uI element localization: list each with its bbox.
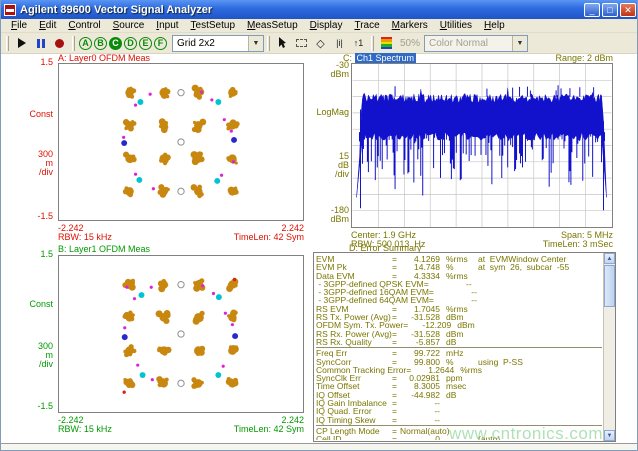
chevron-down-icon[interactable]: ▼ (248, 36, 263, 51)
trace-button-f[interactable]: F (154, 37, 167, 50)
menu-trace[interactable]: Trace (348, 20, 385, 31)
error-summary-row: Freq Err=99.722mHz (316, 349, 602, 357)
colorbar-icon (381, 37, 392, 50)
menu-utilities[interactable]: Utilities (434, 20, 478, 31)
menu-meassetup[interactable]: MeasSetup (241, 20, 304, 31)
pause-icon (37, 39, 45, 48)
trace-button-c[interactable]: C (109, 37, 122, 50)
error-summary-row: Time Offset=8.3005msec (316, 382, 602, 390)
watermark: www.cntronics.com (449, 424, 603, 444)
panel-a-title[interactable]: A: Layer0 OFDM Meas (58, 53, 150, 63)
panel-b-timelen: TimeLen: 42 Sym (154, 425, 304, 434)
panel-a-yscale: 300 m /div (1, 150, 53, 177)
scroll-up-icon[interactable]: ▲ (604, 253, 615, 264)
constellation-plot-b[interactable] (58, 255, 304, 413)
panel-b-yscale: 300 m /div (1, 342, 53, 369)
color-mode-value: Color Normal (425, 38, 512, 49)
panel-c-range: Range: 2 dBm (471, 53, 613, 63)
menu-source[interactable]: Source (107, 20, 151, 31)
scroll-down-icon[interactable]: ▼ (604, 430, 615, 441)
toolbar-grip[interactable] (371, 36, 374, 51)
scrollbar-thumb[interactable] (604, 265, 615, 307)
panel-b-rbw: RBW: 15 kHz (58, 425, 112, 434)
band-marker-button[interactable]: |i| (330, 35, 349, 52)
band-markers-icon: |i| (336, 38, 343, 48)
panel-c-yscale: 15 dB /div (311, 152, 349, 179)
panel-c-yname: LogMag (311, 108, 349, 117)
cursor-arrow-icon (278, 37, 288, 49)
trace-button-a[interactable]: A (79, 37, 92, 50)
panel-a-yname: Const (1, 110, 53, 119)
panel-b-title[interactable]: B: Layer1 OFDM Meas (58, 244, 150, 254)
trace-button-e[interactable]: E (139, 37, 152, 50)
panel-c-title-selected[interactable]: Ch1 Spectrum (355, 53, 417, 63)
grid-layout-value: Grid 2x2 (173, 38, 248, 49)
trace-button-b[interactable]: B (94, 37, 107, 50)
select-cursor-button[interactable] (273, 35, 292, 52)
marker-to-peak-button[interactable]: ↑1 (349, 35, 368, 52)
menu-file[interactable]: File (5, 20, 33, 31)
zoom-box-icon (296, 39, 307, 47)
panel-b-ytop: 1.5 (1, 250, 53, 259)
error-summary-rows: EVM=4.1269%rmsat EVMWindow CenterEVM Pk=… (316, 255, 602, 440)
toolbar-grip[interactable] (267, 36, 270, 51)
record-button[interactable] (50, 35, 69, 52)
panel-c-ybottom: -180 dBm (311, 206, 349, 224)
chevron-down-icon: ▼ (512, 36, 527, 51)
menu-input[interactable]: Input (150, 20, 184, 31)
menu-testsetup[interactable]: TestSetup (185, 20, 241, 31)
trace-button-group: ABCDEF (78, 37, 168, 50)
minimize-button[interactable]: _ (584, 3, 600, 17)
menu-help[interactable]: Help (478, 20, 511, 31)
panel-a-ytop: 1.5 (1, 58, 53, 67)
zoom-percent-label: 50% (400, 38, 420, 49)
marker-diamond-icon: ◇ (316, 37, 324, 50)
title-bar[interactable]: Agilent 89600 Vector Signal Analyzer _ □… (1, 0, 638, 19)
error-summary-row: IQ Timing Skew=-- (316, 416, 602, 424)
play-button[interactable] (12, 35, 31, 52)
close-button[interactable]: ✕ (620, 3, 636, 17)
window-bottom-edge (1, 443, 638, 451)
menu-display[interactable]: Display (304, 20, 349, 31)
marker-button[interactable]: ◇ (311, 35, 330, 52)
panel-b-ybottom: -1.5 (1, 402, 53, 411)
toolbar-grip[interactable] (6, 36, 9, 51)
panel-c-ytop: -30 dBm (311, 61, 349, 79)
app-window: Agilent 89600 Vector Signal Analyzer _ □… (0, 0, 638, 451)
app-icon (4, 4, 16, 16)
maximize-button[interactable]: □ (602, 3, 618, 17)
grid-layout-select[interactable]: Grid 2x2 ▼ (172, 35, 264, 52)
toolbar: ABCDEF Grid 2x2 ▼ ◇ |i| ↑1 50% Color Nor… (1, 33, 638, 54)
menu-markers[interactable]: Markers (386, 20, 434, 31)
menu-edit[interactable]: Edit (33, 20, 62, 31)
constellation-plot-a[interactable] (58, 63, 304, 221)
panel-c-title[interactable]: C: Ch1 Spectrum (343, 53, 416, 63)
menu-control[interactable]: Control (62, 20, 106, 31)
toolbar-grip[interactable] (72, 36, 75, 51)
panel-a-rbw: RBW: 15 kHz (58, 233, 112, 242)
record-icon (55, 39, 64, 48)
error-summary-panel: EVM=4.1269%rmsat EVMWindow CenterEVM Pk=… (313, 252, 616, 442)
pause-button[interactable] (31, 35, 50, 52)
spectrum-plot[interactable] (351, 63, 613, 228)
panel-c-timelen: TimeLen: 3 mSec (463, 240, 613, 249)
panel-a-ybottom: -1.5 (1, 212, 53, 221)
panel-b-yname: Const (1, 300, 53, 309)
panel-a-timelen: TimeLen: 42 Sym (154, 233, 304, 242)
window-title: Agilent 89600 Vector Signal Analyzer (20, 4, 212, 16)
zoom-box-button[interactable] (292, 35, 311, 52)
marker-peak-icon: ↑1 (354, 38, 364, 48)
scrollbar[interactable]: ▲ ▼ (603, 253, 615, 441)
play-icon (18, 38, 26, 48)
trace-button-d[interactable]: D (124, 37, 137, 50)
error-summary-row: RS Rx. Quality=-5.857dB (316, 338, 602, 346)
menu-bar: FileEditControlSourceInputTestSetupMeasS… (1, 19, 638, 33)
color-mode-select[interactable]: Color Normal ▼ (424, 35, 528, 52)
colorbar-button[interactable] (377, 35, 396, 52)
